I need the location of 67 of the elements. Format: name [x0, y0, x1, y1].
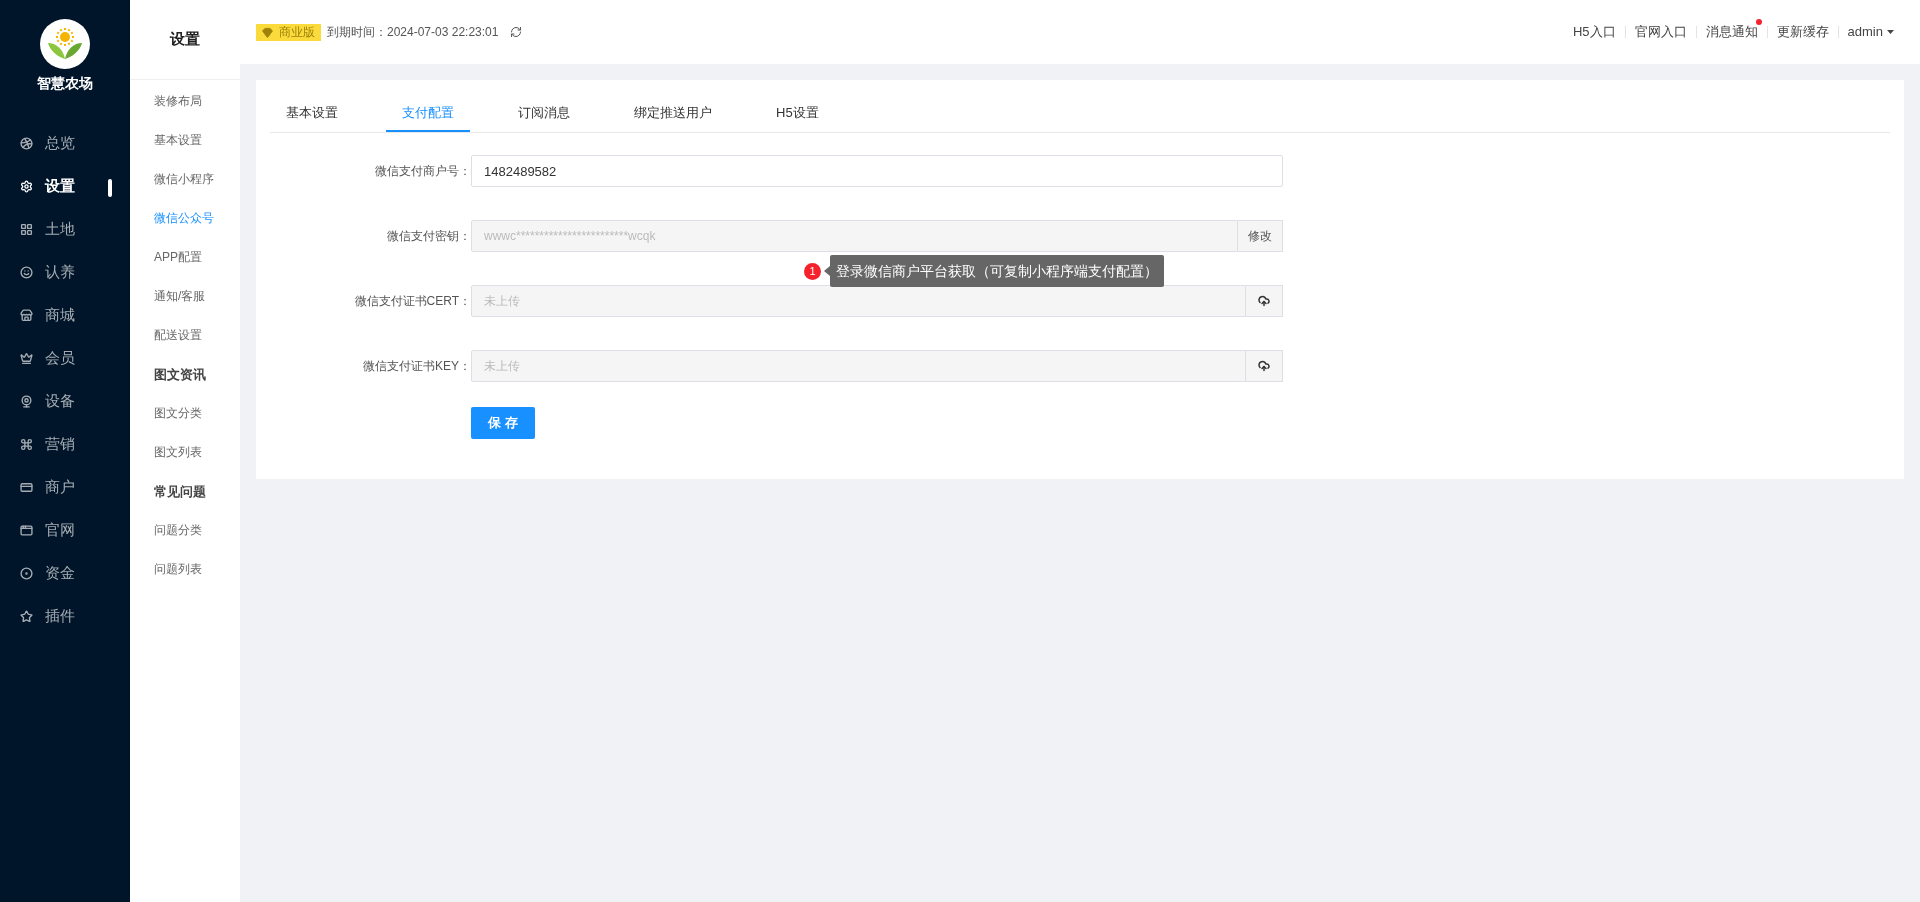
caret-icon — [1887, 30, 1894, 34]
sub-sidebar-heading: 常见问题 — [154, 483, 207, 501]
sub-sidebar-item[interactable]: APP配置 — [154, 238, 240, 277]
nav-item[interactable]: 商城 — [0, 294, 130, 337]
star-icon — [20, 610, 33, 623]
command-icon — [20, 438, 33, 451]
nav-item[interactable]: 营销 — [0, 423, 130, 466]
nav-item[interactable]: 官网 — [0, 509, 130, 552]
header-link[interactable]: 消息通知 — [1696, 22, 1767, 42]
sub-sidebar-item[interactable]: 通知/客服 — [154, 277, 240, 316]
nav-item[interactable]: 商户 — [0, 466, 130, 509]
nav-item[interactable]: 设备 — [0, 380, 130, 423]
edition-badge: 商业版 — [256, 23, 321, 41]
edit-button[interactable]: 修改 — [1238, 220, 1283, 252]
tooltip-arrow-icon — [824, 266, 830, 276]
nav-item[interactable]: 认养 — [0, 251, 130, 294]
logo-icon — [40, 19, 90, 69]
input-field[interactable]: 1482489582 — [471, 155, 1283, 187]
tooltip-badge: 1 — [804, 262, 821, 280]
card-icon — [20, 481, 33, 494]
target-icon — [20, 567, 33, 580]
nav-item[interactable]: 会员 — [0, 337, 130, 380]
webcam-icon — [20, 395, 33, 408]
app-name: 智慧农场 — [37, 74, 93, 93]
window-icon — [20, 524, 33, 537]
field-label: 微信支付商户号： — [374, 163, 471, 180]
sub-sidebar-item[interactable]: 基本设置 — [154, 121, 240, 160]
upload-button[interactable] — [1246, 350, 1283, 382]
tooltip: 登录微信商户平台获取（可复制小程序端支付配置） — [830, 255, 1164, 287]
nav-item[interactable]: 设置 — [0, 165, 130, 208]
nav-item[interactable]: 插件 — [0, 595, 130, 638]
refresh-icon[interactable] — [510, 26, 523, 38]
tab[interactable]: 基本设置 — [270, 96, 354, 132]
field-label: 微信支付证书KEY： — [362, 358, 471, 375]
user-menu[interactable]: admin — [1838, 22, 1894, 42]
nav-item[interactable]: 资金 — [0, 552, 130, 595]
sub-sidebar-item[interactable]: 图文分类 — [154, 394, 240, 433]
tab[interactable]: 订阅消息 — [502, 96, 586, 132]
sub-sidebar-item[interactable]: 装修布局 — [154, 82, 240, 121]
upload-button[interactable] — [1246, 285, 1283, 317]
grid-icon — [20, 223, 33, 236]
sub-sidebar-title: 设置 — [170, 29, 200, 50]
nav-item[interactable]: 土地 — [0, 208, 130, 251]
crown-icon — [20, 352, 33, 365]
settings-icon — [20, 180, 33, 193]
sub-sidebar-item[interactable]: 问题列表 — [154, 550, 240, 589]
sub-sidebar-item[interactable]: 图文列表 — [154, 433, 240, 472]
tab[interactable]: H5设置 — [760, 96, 835, 132]
expiry-text: 到期时间：2024-07-03 22:23:01 — [327, 24, 499, 41]
upload-icon — [1258, 295, 1270, 307]
sub-sidebar-item[interactable]: 微信小程序 — [154, 160, 240, 199]
header-link[interactable]: 更新缓存 — [1767, 22, 1838, 42]
header-link[interactable]: 官网入口 — [1625, 22, 1696, 42]
nav-item[interactable]: 总览 — [0, 122, 130, 165]
tab[interactable]: 绑定推送用户 — [618, 96, 728, 132]
sub-sidebar-item[interactable]: 配送设置 — [154, 316, 240, 355]
sub-sidebar-item[interactable]: 问题分类 — [154, 511, 240, 550]
active-indicator — [108, 179, 112, 197]
field-label: 微信支付密钥： — [386, 228, 471, 245]
field-label: 微信支付证书CERT： — [353, 293, 471, 310]
face-icon — [20, 266, 33, 279]
header-link[interactable]: H5入口 — [1563, 22, 1625, 42]
gem-icon — [262, 26, 273, 38]
upload-icon — [1258, 360, 1270, 372]
ball-icon — [20, 137, 33, 150]
sub-sidebar-heading: 图文资讯 — [154, 366, 207, 384]
store-icon — [20, 309, 33, 322]
